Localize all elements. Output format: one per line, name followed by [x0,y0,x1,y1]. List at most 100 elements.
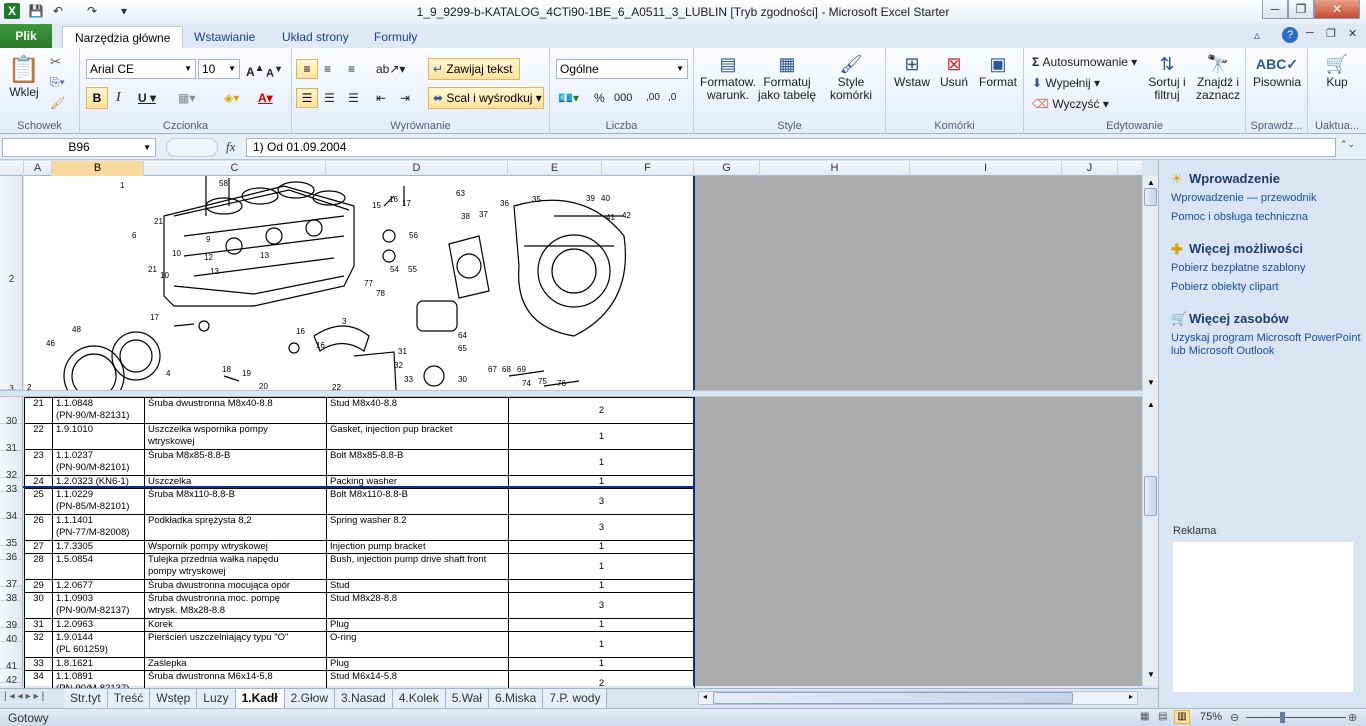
catalog-code-cell[interactable]: 1.1.0237 (PN-90/M-82101) [52,449,145,476]
zoom-slider[interactable] [1246,717,1346,718]
sheet-tab[interactable]: 6.Miska [488,689,544,708]
row-header[interactable]: 41 [0,642,23,672]
part-number-cell[interactable]: 33 [24,657,53,671]
view-page-break-icon[interactable]: ▥ [1174,710,1190,724]
part-number-cell[interactable]: 31 [24,618,53,632]
font-size-select[interactable]: 10 ▼ [198,59,240,79]
catalog-code-cell[interactable]: 1.1.0903 (PN-90/M-82137) [52,592,145,619]
comma-style-icon[interactable]: 000 [614,88,632,108]
row-header[interactable]: 34 [0,492,23,522]
insert-function-icon[interactable]: fx [226,139,235,155]
minimize-button[interactable]: ─ [1262,0,1288,19]
english-name-cell[interactable]: Bush, injection pump drive shaft front [326,553,509,580]
align-middle-icon[interactable]: ≡ [324,59,331,79]
fill-color-icon[interactable]: ◈▾ [224,88,239,108]
part-number-cell[interactable]: 29 [24,579,53,593]
tab-insert[interactable]: Wstawianie [182,26,267,48]
close-button[interactable]: ✕ [1314,0,1360,19]
part-number-cell[interactable]: 27 [24,540,53,554]
align-right-icon[interactable]: ☰ [348,88,359,108]
tab-formulas[interactable]: Formuły [362,26,429,48]
view-normal-icon[interactable]: ▦ [1140,711,1149,722]
catalog-code-cell[interactable]: 1.1.0848 (PN-90/M-82131) [52,397,145,424]
formula-input[interactable]: 1) Od 01.09.2004 [246,138,1336,157]
ribbon-minimize-icon[interactable]: ▵ [1254,28,1260,42]
tab-page-layout[interactable]: Układ strony [270,26,361,48]
table-row[interactable]: 30 1.1.0903 (PN-90/M-82137) Śruba dwustron… [24,592,695,619]
polish-name-cell[interactable]: Śruba M8x110-8.8-B [144,488,327,515]
vertical-scrollbar[interactable]: ▲ ▼ ▲ ▼ [1142,176,1158,686]
sheet-tab[interactable]: Treść [107,689,151,708]
english-name-cell[interactable]: Bolt M8x110-8.8-B [326,488,509,515]
format-painter-icon[interactable]: 🖌 [50,96,65,110]
select-all-corner[interactable] [0,161,24,176]
cut-icon[interactable]: ✂ [50,54,61,70]
english-name-cell[interactable]: Stud [326,579,509,593]
sheet-tab[interactable]: 4.Kolek [392,689,446,708]
table-row[interactable]: 31 1.2.0963 Korek Plug 1 [24,618,695,632]
quantity-cell[interactable]: 1 [508,657,695,671]
row-header[interactable]: 37 [0,560,23,590]
quantity-cell[interactable]: 3 [508,514,695,541]
column-header[interactable]: G [694,161,760,176]
table-row[interactable]: 22 1.9.1010 Uszczelka wspornika pompy wtry… [24,423,695,450]
sheet-tab[interactable]: 1.Kadł [235,689,285,708]
quantity-cell[interactable]: 2 [508,397,695,424]
format-cells-button[interactable]: ▣ Format [976,52,1020,89]
conditional-format-button[interactable]: ▤ Formatow. warunk. [696,52,760,102]
quantity-cell[interactable]: 1 [508,540,695,554]
grow-font-icon[interactable]: A▲ [246,59,265,79]
clear-button[interactable]: ⌫ Wyczyść ▾ [1032,94,1109,114]
insert-cells-button[interactable]: ⊞ Wstaw [890,52,934,89]
cell-styles-button[interactable]: 🖌 Style komórki [820,52,882,102]
row-header[interactable]: 2 [0,176,23,390]
increase-indent-icon[interactable]: ⇥ [400,88,410,108]
link-intro-guide[interactable]: Wprowadzenie — przewodnik [1171,192,1317,205]
column-header[interactable]: B [52,161,144,176]
row-header[interactable]: 30 [0,397,23,427]
autosum-button[interactable]: Σ Autosumowanie ▾ [1032,52,1137,72]
doc-minimize-icon[interactable]: ─ [1306,27,1314,39]
scroll-thumb-lower[interactable] [1144,476,1157,516]
name-box[interactable]: B96 ▼ [2,138,156,157]
exploded-view-drawing[interactable]: 1 58 21 6 10 21 9 12 13 13 10 17 18 19 20 16 15 16 1… [24,176,693,390]
polish-name-cell[interactable]: Uszczelka wspornika pompy wtryskowej [144,423,327,450]
restore-button[interactable]: ❐ [1288,0,1314,19]
wrap-text-button[interactable]: ↵ Zawijaj tekst [428,58,520,80]
english-name-cell[interactable]: Bolt M8x85-8.8-B [326,449,509,476]
expand-formula-icon[interactable]: ⌃⌄ [1340,139,1355,150]
scroll-right-icon[interactable]: ▸ [1125,692,1137,701]
fill-button[interactable]: ⬇ Wypełnij ▾ [1032,73,1100,93]
zoom-level[interactable]: 75% [1200,711,1222,723]
link-help-support[interactable]: Pomoc i obsługa techniczna [1171,211,1308,224]
table-row[interactable]: 27 1.7.3305 Wspornik pompy wtryskowej Injec… [24,540,695,554]
quantity-cell[interactable]: 1 [508,449,695,476]
formula-expand-handle[interactable] [166,138,218,157]
polish-name-cell[interactable]: Śruba dwustronna moc. pompę wtrysk. M8x2… [144,592,327,619]
part-number-cell[interactable]: 25 [24,488,53,515]
sheet-nav-icons[interactable]: |◂◂▸▸| [4,691,47,702]
scroll-down-icon[interactable]: ▼ [1144,668,1158,682]
polish-name-cell[interactable]: Wspornik pompy wtryskowej [144,540,327,554]
english-name-cell[interactable]: Injection pump bracket [326,540,509,554]
h-scroll-thumb[interactable] [713,692,1073,704]
shrink-font-icon[interactable]: A▼ [266,59,283,80]
zoom-out-icon[interactable]: ⊖ [1230,711,1239,724]
underline-button[interactable]: U ▾ [138,88,156,108]
merge-center-button[interactable]: ⬌ Scal i wyśrodkuj ▾ [428,87,544,109]
font-name-select[interactable]: Arial CE ▼ [86,59,196,79]
format-as-table-button[interactable]: ▦ Formatuj jako tabelę [756,52,818,102]
polish-name-cell[interactable]: Korek [144,618,327,632]
sheet-tab[interactable]: 3.Nasad [335,689,393,708]
sheet-tab[interactable]: 5.Wał [445,689,489,708]
view-page-layout-icon[interactable]: ▤ [1158,711,1167,722]
polish-name-cell[interactable]: Śruba M8x85-8.8-B [144,449,327,476]
sheet-tab[interactable]: Luzy [197,689,236,708]
catalog-code-cell[interactable]: 1.9.1010 [52,423,145,450]
increase-decimal-icon[interactable]: ,00 [646,88,660,108]
scroll-up-icon[interactable]: ▲ [1144,398,1158,412]
row-header[interactable]: 42 [0,669,23,686]
column-header[interactable]: J [1062,161,1118,176]
column-header[interactable]: D [326,161,508,176]
orientation-icon[interactable]: ab↗▾ [376,59,405,79]
